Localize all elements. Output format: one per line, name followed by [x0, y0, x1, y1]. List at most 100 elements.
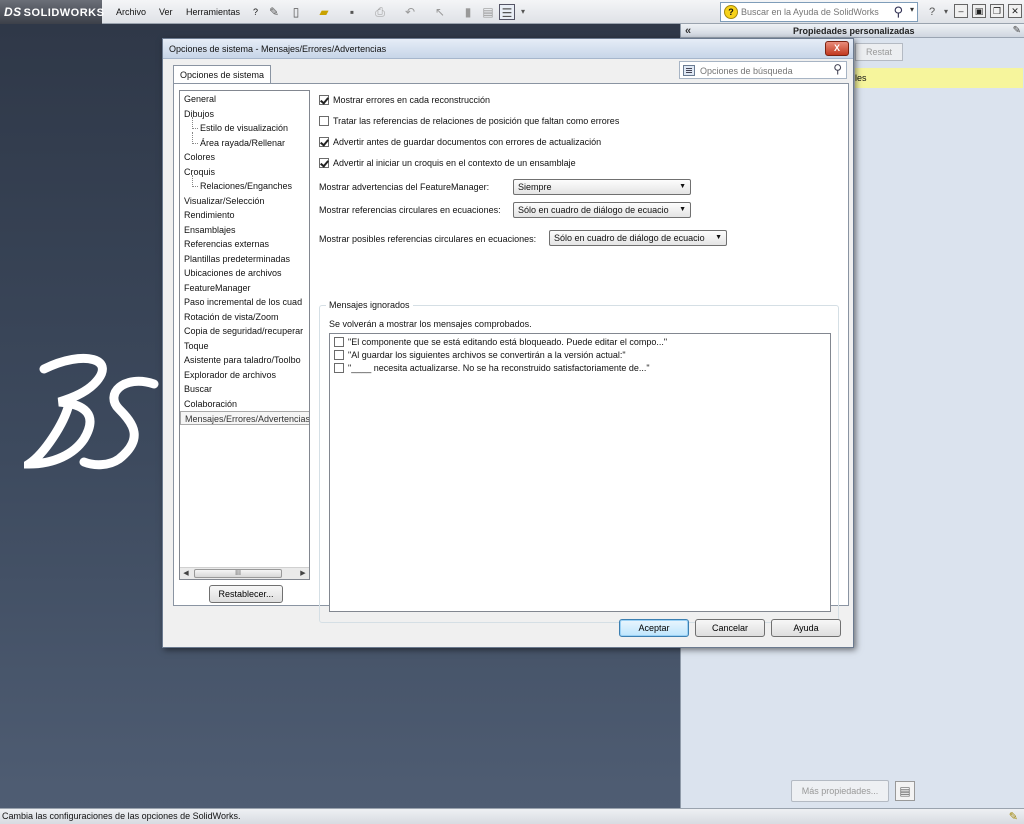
pin-icon[interactable]: ✎	[1013, 24, 1021, 38]
tree-item[interactable]: Rotación de vista/Zoom	[184, 310, 279, 324]
collapse-icon[interactable]: «	[685, 24, 691, 38]
menubar: DS SOLIDWORKS Archivo Ver Herramientas ? …	[0, 0, 1024, 24]
list-item[interactable]: "El componente que se está editando está…	[334, 336, 667, 349]
status-text: Cambia las configuraciones de las opcion…	[2, 811, 241, 821]
menu-herramientas[interactable]: Herramientas	[186, 0, 240, 24]
tree-item[interactable]: Área rayada/Rellenar	[192, 131, 285, 150]
options-search-input[interactable]	[700, 64, 822, 77]
menu-archivo[interactable]: Archivo	[116, 0, 146, 24]
tree-item[interactable]: FeatureManager	[184, 281, 251, 295]
status-pencil-icon[interactable]: ✎	[1009, 810, 1018, 824]
options-search-box[interactable]: ⚲	[679, 61, 847, 79]
task-pane-reset-button[interactable]: Restat	[855, 43, 903, 61]
check-treat-mate-refs-errors[interactable]: Tratar las referencias de relaciones de …	[319, 115, 619, 128]
circular-refs-select[interactable]: Sólo en cuadro de diálogo de ecuacio ▼	[513, 202, 691, 218]
ignored-messages-note: Se volverán a mostrar los mensajes compr…	[329, 319, 532, 329]
options-icon[interactable]: ☰	[499, 4, 515, 20]
checkbox-icon[interactable]	[319, 158, 329, 168]
search-icon[interactable]: ⚲	[833, 62, 842, 76]
help-search-box[interactable]: ? ⚲ ▾	[720, 2, 918, 22]
menu-help[interactable]: ?	[253, 0, 258, 24]
tree-item[interactable]: Ubicaciones de archivos	[184, 266, 282, 280]
help-dropdown-icon[interactable]: ▾	[938, 4, 954, 20]
ok-button[interactable]: Aceptar	[619, 619, 689, 637]
dialog-titlebar[interactable]: Opciones de sistema - Mensajes/Errores/A…	[163, 39, 853, 59]
fm-warnings-select[interactable]: Siempre ▼	[513, 179, 691, 195]
search-icon[interactable]: ⚲	[893, 4, 903, 20]
possible-circular-select[interactable]: Sólo en cuadro de diálogo de ecuacio ▼	[549, 230, 727, 246]
options-dropdown-icon[interactable]: ▾	[515, 4, 531, 20]
more-properties-button[interactable]: Más propiedades...	[791, 780, 889, 802]
tree-item[interactable]: Toque	[184, 339, 209, 353]
tree-item[interactable]: Dibujos	[184, 107, 214, 121]
reset-button[interactable]: Restablecer...	[209, 585, 283, 603]
list-item[interactable]: "Al guardar los siguientes archivos se c…	[334, 349, 626, 362]
tree-item[interactable]: General	[184, 92, 216, 106]
circular-refs-label: Mostrar referencias circulares en ecuaci…	[319, 205, 501, 215]
tab-system-options[interactable]: Opciones de sistema	[173, 65, 271, 83]
scroll-left-icon[interactable]: ◀	[180, 568, 192, 579]
scroll-thumb[interactable]: III	[194, 569, 282, 578]
tree-item[interactable]: Estilo de visualización	[192, 117, 288, 135]
tree-item[interactable]: Mensajes/Errores/Advertencias	[180, 411, 309, 425]
check-warn-before-save[interactable]: Advertir antes de guardar documentos con…	[319, 136, 601, 149]
tree-item[interactable]: Colores	[184, 150, 215, 164]
tree-item[interactable]: Croquis	[184, 165, 215, 179]
help-search-dropdown-icon[interactable]: ▾	[910, 5, 914, 14]
tree-item[interactable]: Explorador de archivos	[184, 368, 276, 382]
save-icon[interactable]: ▪	[344, 4, 360, 20]
tree-item[interactable]: Copia de seguridad/recuperar	[184, 324, 303, 338]
circular-refs-value: Sólo en cuadro de diálogo de ecuacio	[518, 205, 669, 215]
tree-item[interactable]: Relaciones/Enganches	[192, 175, 292, 193]
tree-item[interactable]: Colaboración	[184, 397, 237, 411]
logo-text: SOLIDWORKS	[23, 7, 105, 19]
ignored-messages-legend: Mensajes ignorados	[326, 299, 413, 311]
ignored-messages-list[interactable]: "El componente que se está editando está…	[329, 333, 831, 612]
minimize-icon[interactable]: –	[954, 4, 968, 18]
help-search-input[interactable]	[741, 5, 891, 19]
close-window-icon[interactable]: ✕	[1008, 4, 1022, 18]
tree-item[interactable]: Paso incremental de los cuad	[184, 295, 302, 309]
menu-ver[interactable]: Ver	[159, 0, 173, 24]
rebuild-icon[interactable]: ▮	[460, 4, 476, 20]
tree-item[interactable]: Referencias externas	[184, 237, 269, 251]
system-options-dialog: Opciones de sistema - Mensajes/Errores/A…	[162, 38, 854, 648]
list-item[interactable]: "____ necesita actualizarse. No se ha re…	[334, 362, 650, 375]
checkbox-icon[interactable]	[334, 350, 344, 360]
options-list-icon	[683, 65, 695, 76]
scroll-right-icon[interactable]: ▶	[297, 568, 309, 579]
solidworks-logo[interactable]: DS SOLIDWORKS	[0, 0, 105, 24]
file-properties-icon[interactable]: ▤	[480, 4, 496, 20]
task-pane-title: Propiedades personalizadas	[793, 26, 915, 36]
checkbox-icon[interactable]	[319, 116, 329, 126]
tree-item[interactable]: Plantillas predeterminadas	[184, 252, 290, 266]
check-show-errors-rebuild[interactable]: Mostrar errores en cada reconstrucción	[319, 94, 490, 107]
tree-item[interactable]: Asistente para taladro/Toolbo	[184, 353, 301, 367]
open-folder-icon[interactable]: ▰	[316, 4, 332, 20]
new-document-icon[interactable]: ▯	[288, 4, 304, 20]
help-button[interactable]: Ayuda	[771, 619, 841, 637]
pushpin-icon[interactable]: ✎	[266, 4, 282, 20]
print-icon[interactable]: ⎙	[372, 4, 388, 20]
checkbox-icon[interactable]	[319, 137, 329, 147]
tree-item[interactable]: Buscar	[184, 382, 212, 396]
select-pointer-icon[interactable]: ↖	[432, 4, 448, 20]
undo-icon[interactable]: ↶	[402, 4, 418, 20]
cancel-button[interactable]: Cancelar	[695, 619, 765, 637]
checkbox-icon[interactable]	[319, 95, 329, 105]
restore-icon[interactable]: ❐	[990, 4, 1004, 18]
dialog-close-button[interactable]: X	[825, 41, 849, 56]
checkbox-icon[interactable]	[334, 363, 344, 373]
properties-icon[interactable]: ▤	[895, 781, 915, 801]
options-tree[interactable]: General Dibujos Estilo de visualización Áre…	[179, 90, 310, 580]
tree-item[interactable]: Rendimiento	[184, 208, 235, 222]
check-warn-sketch-context[interactable]: Advertir al iniciar un croquis en el con…	[319, 157, 576, 170]
list-item-label: "El componente que se está editando está…	[348, 337, 668, 347]
logo-ds: DS	[4, 5, 22, 19]
tree-item[interactable]: Ensamblajes	[184, 223, 236, 237]
tree-horizontal-scrollbar[interactable]: ◀ III ▶	[180, 567, 309, 579]
checkbox-icon[interactable]	[334, 337, 344, 347]
fm-warnings-value: Siempre	[518, 182, 552, 192]
tile-icon[interactable]: ▣	[972, 4, 986, 18]
tree-item[interactable]: Visualizar/Selección	[184, 194, 264, 208]
